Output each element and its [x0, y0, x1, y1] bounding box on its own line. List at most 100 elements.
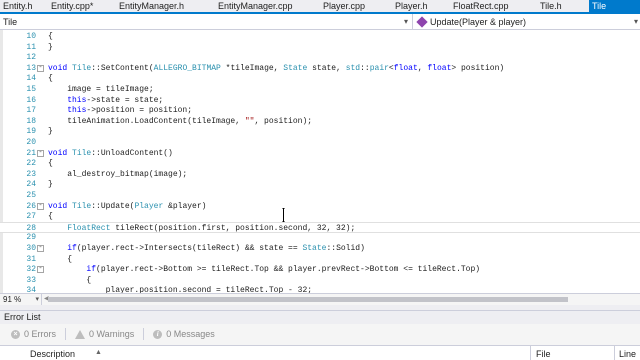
code-line[interactable]: 25: [0, 190, 640, 201]
code-line[interactable]: 11}: [0, 42, 640, 53]
error-icon: ×: [11, 329, 20, 339]
code-line[interactable]: 13- void Tile::SetContent(ALLEGRO_BITMAP …: [0, 63, 640, 74]
tab-entitymanager-cpp[interactable]: EntityManager.cpp: [215, 0, 320, 12]
tab-label: Entity.cpp*: [51, 1, 94, 11]
code-line[interactable]: 10 {: [0, 31, 640, 42]
code-text: {: [48, 275, 92, 285]
line-number: 19: [26, 127, 36, 137]
member-dropdown[interactable]: Update(Player & player) ▾: [412, 14, 640, 29]
messages-filter-button[interactable]: i 0 Messages: [146, 327, 222, 341]
code-line[interactable]: 31 {: [0, 254, 640, 265]
warnings-filter-button[interactable]: 0 Warnings: [68, 327, 141, 341]
code-text: }: [48, 180, 53, 190]
code-line[interactable]: 20: [0, 137, 640, 148]
code-line[interactable]: 14 {: [0, 73, 640, 84]
code-text: image = tileImage;: [48, 85, 154, 94]
line-number: 17: [26, 106, 36, 116]
code-line[interactable]: 12: [0, 52, 640, 63]
errors-count: 0 Errors: [24, 329, 57, 339]
horizontal-scrollbar[interactable]: ◀: [44, 296, 634, 302]
code-line[interactable]: 32- if(player.rect->Bottom >= tileRect.T…: [0, 264, 640, 275]
collapse-icon[interactable]: -: [37, 64, 44, 72]
code-line[interactable]: 19}: [0, 126, 640, 137]
line-number: 27: [26, 212, 36, 222]
line-number: 31: [26, 254, 36, 264]
toolbar-separator: [143, 328, 145, 340]
message-icon: i: [153, 329, 163, 339]
code-editor[interactable]: 10{11} 12 13- void Tile::SetContent(ALLEGRO…: [0, 30, 640, 293]
member-label: Update(Player & player): [430, 16, 527, 27]
code-text: this->state = state;: [67, 95, 164, 105]
tab-tile-h[interactable]: Tile.h: [537, 0, 589, 12]
line-number: 13: [26, 63, 36, 73]
tab-label: FloatRect.cpp: [453, 1, 509, 11]
code-text: {: [48, 212, 53, 222]
tab-label: Player.cpp: [323, 1, 366, 11]
code-line[interactable]: 22 {: [0, 158, 640, 169]
code-line[interactable]: 27 {: [0, 211, 640, 222]
tab-entity-h[interactable]: Entity.h: [0, 0, 48, 12]
code-line[interactable]: 17 this->position = position;: [0, 105, 640, 116]
code-text: }: [48, 42, 53, 52]
line-number: 15: [26, 85, 36, 94]
code-line[interactable]: 18 tileAnimation.LoadContent(tileImage, …: [0, 116, 640, 127]
code-text: void Tile::SetContent(ALLEGRO_BITMAP *ti…: [48, 63, 505, 73]
collapse-icon[interactable]: -: [37, 149, 44, 157]
scope-dropdown[interactable]: Tile ▾: [0, 14, 412, 29]
code-line[interactable]: 24}: [0, 179, 640, 190]
code-line[interactable]: 30- if(player.rect->Intersects(tileRect)…: [0, 243, 640, 254]
tab-player-cpp[interactable]: Player.cpp: [320, 0, 392, 12]
code-line[interactable]: 15 image = tileImage;: [0, 84, 640, 95]
tab-tile-active[interactable]: Tile: [589, 0, 640, 12]
code-line[interactable]: 26- void Tile::Update(Player &player): [0, 201, 640, 212]
code-text: {: [48, 254, 73, 264]
code-text: if(player.rect->Bottom >= tileRect.Top &…: [86, 265, 481, 275]
toolbar-separator: [65, 328, 67, 340]
zoom-level: 91 %: [3, 295, 22, 304]
error-list-panel: Error List × 0 Errors 0 Warnings i 0 Mes…: [0, 310, 640, 360]
code-line[interactable]: 28 FloatRect tileRect(position.first, po…: [0, 221, 640, 233]
column-divider[interactable]: [614, 346, 615, 360]
tab-player-h[interactable]: Player.h: [392, 0, 450, 12]
tab-label: EntityManager.h: [119, 1, 185, 11]
column-divider[interactable]: [530, 346, 531, 360]
sort-ascending-icon: ▲: [95, 349, 102, 356]
tab-entitymanager-h[interactable]: EntityManager.h: [116, 0, 215, 12]
code-text: void Tile::Update(Player &player): [48, 201, 207, 211]
horizontal-scroll-thumb[interactable]: [48, 297, 568, 302]
tab-label: Tile: [592, 1, 607, 11]
scope-label: Tile: [3, 16, 18, 27]
line-number: 18: [26, 116, 36, 126]
zoom-dropdown[interactable]: 91 % ▾: [0, 294, 42, 305]
collapse-icon[interactable]: -: [37, 266, 44, 274]
tab-label: Entity.h: [3, 1, 33, 11]
line-number: 29: [26, 233, 36, 243]
column-description[interactable]: Description: [30, 349, 75, 359]
code-text: {: [48, 32, 53, 41]
column-file[interactable]: File: [536, 349, 551, 359]
code-line[interactable]: 29: [0, 232, 640, 243]
method-icon: [416, 15, 428, 28]
line-number: 21: [26, 148, 36, 158]
code-text: if(player.rect->Intersects(tileRect) && …: [67, 244, 365, 253]
code-line[interactable]: 33 {: [0, 275, 640, 286]
warnings-count: 0 Warnings: [89, 329, 135, 339]
error-list-column-header: Description ▲ File Line: [0, 345, 640, 360]
errors-filter-button[interactable]: × 0 Errors: [4, 327, 63, 341]
chevron-down-icon: ▾: [633, 17, 638, 26]
code-line[interactable]: 16 this->state = state;: [0, 95, 640, 106]
code-text: {: [48, 159, 53, 169]
code-text: tileAnimation.LoadContent(tileImage, "",…: [48, 116, 313, 126]
collapse-icon[interactable]: -: [37, 245, 44, 252]
code-line[interactable]: 23 al_destroy_bitmap(image);: [0, 169, 640, 180]
line-number: 12: [26, 53, 36, 63]
document-tab-bar: Entity.h Entity.cpp* EntityManager.h Ent…: [0, 0, 640, 14]
code-text: player.position.second = tileRect.Top - …: [48, 286, 313, 293]
code-line[interactable]: 21- void Tile::UnloadContent(): [0, 148, 640, 159]
collapse-icon[interactable]: -: [37, 202, 44, 210]
code-text: al_destroy_bitmap(image);: [48, 169, 188, 179]
code-line[interactable]: 34 player.position.second = tileRect.Top…: [0, 285, 640, 293]
tab-entity-cpp[interactable]: Entity.cpp*: [48, 0, 116, 12]
column-line[interactable]: Line: [619, 349, 636, 359]
tab-floatrect-cpp[interactable]: FloatRect.cpp: [450, 0, 537, 12]
